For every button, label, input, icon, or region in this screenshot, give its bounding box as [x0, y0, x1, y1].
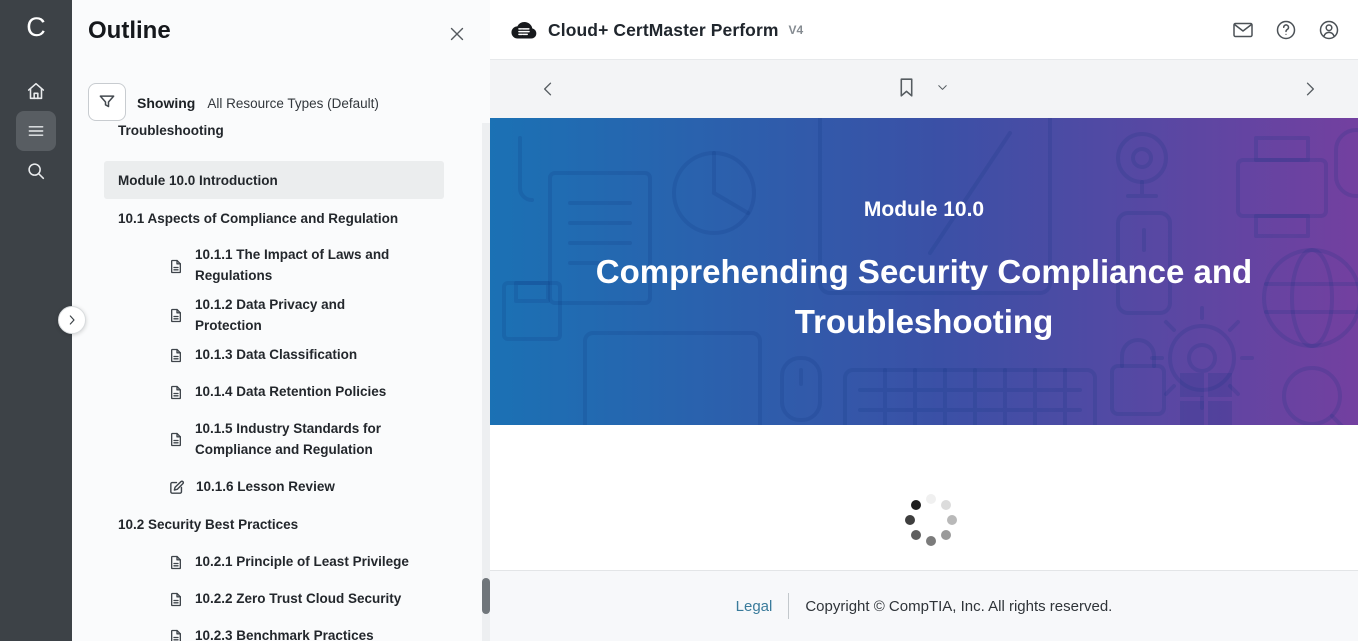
outline-item-clipped[interactable]: Troubleshooting	[72, 123, 480, 138]
comptia-logo[interactable]: C	[0, 12, 72, 42]
filter-showing-label: Showing	[137, 95, 195, 111]
document-icon	[168, 431, 184, 448]
spinner-dot	[905, 515, 915, 525]
spinner-dot	[911, 530, 921, 540]
footer: Legal Copyright © CompTIA, Inc. All righ…	[490, 570, 1358, 641]
user-icon	[1317, 18, 1341, 42]
document-icon	[168, 384, 184, 401]
outline-item-10-1-1[interactable]: 10.1.1 The Impact of Laws and Regulation…	[72, 237, 480, 295]
chevron-down-icon	[935, 80, 950, 95]
help-button[interactable]	[1273, 17, 1299, 43]
outline-close-button[interactable]	[444, 21, 470, 47]
outline-item-label: 10.1.4 Data Retention Policies	[195, 382, 386, 403]
outline-item-10-1-5[interactable]: 10.1.5 Industry Standards for Compliance…	[72, 411, 480, 469]
outline-item-10-1-2[interactable]: 10.1.2 Data Privacy and Protection	[72, 295, 480, 337]
document-icon	[168, 307, 184, 324]
outline-scrollbar-thumb[interactable]	[482, 578, 490, 614]
copyright-text: Copyright © CompTIA, Inc. All rights res…	[805, 598, 1112, 615]
outline-item-label: 10.1.2 Data Privacy and Protection	[195, 295, 415, 337]
document-icon	[168, 347, 184, 364]
outline-section-10-1[interactable]: 10.1 Aspects of Compliance and Regulatio…	[72, 199, 480, 237]
product-version: V4	[789, 23, 804, 37]
help-icon	[1274, 18, 1298, 42]
outline-item-10-2-1[interactable]: 10.2.1 Principle of Least Privilege	[72, 544, 480, 581]
outline-item-10-1-3[interactable]: 10.1.3 Data Classification	[72, 337, 480, 374]
outline-item-10-2-2[interactable]: 10.2.2 Zero Trust Cloud Security	[72, 581, 480, 618]
chevron-left-icon	[538, 79, 558, 99]
next-page-button[interactable]	[1298, 77, 1322, 101]
spinner-dot	[947, 515, 957, 525]
brand: Cloud+ CertMaster Perform V4	[510, 0, 803, 60]
footer-divider	[788, 593, 789, 619]
outline-item-10-2-3[interactable]: 10.2.3 Benchmark Practices	[72, 618, 480, 641]
filter-funnel-icon	[97, 92, 117, 112]
previous-page-button[interactable]	[536, 77, 560, 101]
spinner-dot	[941, 530, 951, 540]
filter-status: Showing All Resource Types (Default)	[137, 95, 379, 111]
mail-icon	[1231, 18, 1255, 42]
chevron-right-icon	[1300, 79, 1320, 99]
outline-item-label: 10.2 Security Best Practices	[118, 517, 298, 532]
outline-panel: Outline Showing All Resource Types (Defa…	[72, 0, 490, 641]
account-button[interactable]	[1316, 17, 1342, 43]
messages-button[interactable]	[1230, 17, 1256, 43]
outline-item-label: 10.1.1 The Impact of Laws and Regulation…	[195, 245, 415, 287]
outline-scrollbar-track[interactable]	[482, 123, 490, 641]
bookmark-dropdown[interactable]	[894, 75, 950, 100]
filter-button[interactable]	[88, 83, 126, 121]
outline-item-label: 10.1 Aspects of Compliance and Regulatio…	[118, 211, 398, 226]
spinner-dot	[926, 494, 936, 504]
outline-panel-title: Outline	[88, 17, 171, 45]
panel-collapse-toggle[interactable]	[58, 306, 86, 334]
outline-item-label: 10.1.6 Lesson Review	[196, 477, 335, 498]
document-icon	[168, 628, 184, 641]
chevron-right-icon	[64, 312, 80, 328]
module-hero-banner: Module 10.0 Comprehending Security Compl…	[490, 118, 1358, 425]
module-title: Comprehending Security Compliance and Tr…	[564, 247, 1284, 347]
module-number-label: Module 10.0	[490, 198, 1358, 222]
outline-item-label: Module 10.0 Introduction	[118, 173, 278, 188]
app-header: Cloud+ CertMaster Perform V4	[490, 0, 1358, 60]
document-icon	[168, 554, 184, 571]
outline-item-10-1-4[interactable]: 10.1.4 Data Retention Policies	[72, 374, 480, 411]
outline-menu-button[interactable]	[16, 111, 56, 151]
outline-item-label: 10.1.3 Data Classification	[195, 345, 357, 366]
outline-item-10-1-6[interactable]: 10.1.6 Lesson Review	[72, 469, 480, 506]
main-area: Cloud+ CertMaster Perform V4	[490, 0, 1358, 641]
outline-list: Troubleshooting Module 10.0 Introduction…	[72, 123, 480, 641]
filter-selected-value: All Resource Types (Default)	[207, 96, 379, 111]
document-icon	[168, 591, 184, 608]
close-icon	[446, 23, 468, 45]
spinner-dot	[911, 500, 921, 510]
bookmark-icon	[894, 75, 919, 100]
outline-item-label: 10.2.1 Principle of Least Privilege	[195, 552, 409, 573]
outline-item-label: 10.2.2 Zero Trust Cloud Security	[195, 589, 401, 610]
lesson-content-area	[490, 425, 1358, 570]
outline-item-module-intro[interactable]: Module 10.0 Introduction	[104, 161, 444, 199]
edit-icon	[168, 479, 185, 496]
outline-item-label: 10.1.5 Industry Standards for Compliance…	[195, 419, 415, 461]
header-actions	[1230, 0, 1342, 60]
search-icon	[25, 160, 47, 182]
search-button[interactable]	[16, 151, 56, 191]
home-button[interactable]	[16, 71, 56, 111]
legal-link[interactable]: Legal	[736, 598, 773, 615]
spinner-dot	[926, 536, 936, 546]
lesson-nav-bar	[490, 60, 1358, 118]
outline-section-10-2[interactable]: 10.2 Security Best Practices	[72, 506, 480, 544]
home-icon	[25, 80, 47, 102]
product-title: Cloud+ CertMaster Perform	[548, 20, 779, 41]
document-icon	[168, 258, 184, 275]
spinner-dot	[941, 500, 951, 510]
cloud-logo-icon	[510, 19, 538, 42]
outline-item-label: 10.2.3 Benchmark Practices	[195, 626, 374, 641]
hamburger-icon	[26, 121, 46, 141]
outline-item-label: Troubleshooting	[118, 123, 224, 138]
